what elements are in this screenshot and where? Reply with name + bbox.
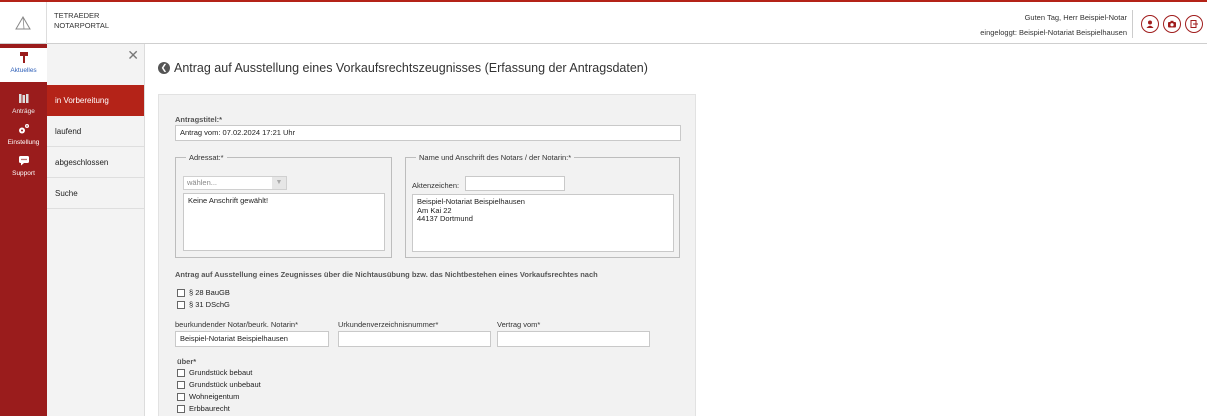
section-heading: Antrag auf Ausstellung eines Zeugnisses … (175, 270, 598, 279)
camera-icon[interactable] (1163, 15, 1181, 33)
nav-support[interactable]: Support (0, 152, 47, 182)
ueber-label: über* (177, 357, 197, 366)
checkbox[interactable] (177, 300, 185, 309)
back-arrow-icon[interactable]: ❮ (158, 62, 170, 74)
chevron-down-icon: ▼ (272, 177, 286, 189)
submenu-item-abgeschlossen[interactable]: abgeschlossen (47, 147, 144, 178)
notar-legend: Name und Anschrift des Notars / der Nota… (419, 153, 572, 162)
nav-einstellung[interactable]: Einstellung (0, 120, 47, 150)
logged-in-text: eingeloggt: Beispiel-Notariat Beispielha… (980, 28, 1127, 37)
checkbox-label: Grundstück unbebaut (189, 380, 261, 389)
nav-support-label: Support (12, 170, 35, 177)
chat-icon (0, 155, 47, 170)
header-divider (1132, 10, 1133, 38)
page-title: ❮ Antrag auf Ausstellung eines Vorkaufsr… (158, 61, 648, 75)
checkbox-row-bebaut[interactable]: Grundstück bebaut (177, 368, 252, 377)
exit-icon[interactable] (1185, 15, 1203, 33)
nav-antraege[interactable]: Anträge (0, 90, 47, 120)
greeting-text: Guten Tag, Herr Beispiel-Notar (1024, 13, 1127, 22)
adressat-address-box[interactable]: Keine Anschrift gewählt! (183, 193, 385, 251)
top-header: TETRAEDER NOTARPORTAL Guten Tag, Herr Be… (0, 0, 1207, 44)
page-title-text: Antrag auf Ausstellung eines Vorkaufsrec… (174, 61, 648, 75)
nav-aktuelles-label: Aktuelles (10, 67, 37, 74)
user-icon[interactable] (1141, 15, 1159, 33)
books-icon (0, 93, 47, 108)
notar-field-label: beurkundender Notar/beurk. Notarin* (175, 320, 298, 329)
submenu-item-suche[interactable]: Suche (47, 178, 144, 209)
adressat-select[interactable]: wählen... ▼ (183, 176, 287, 190)
notar-field-input[interactable]: Beispiel-Notariat Beispielhausen (175, 331, 329, 347)
aktenzeichen-label: Aktenzeichen: (412, 181, 460, 190)
adressat-legend: Adressat:* (189, 153, 224, 162)
checkbox-row-erbbaurecht[interactable]: Erbbaurecht (177, 404, 230, 413)
gears-icon (0, 123, 47, 139)
aktenzeichen-input[interactable] (465, 176, 565, 191)
checkbox[interactable] (177, 380, 185, 389)
notar-address-box[interactable]: Beispiel-Notariat Beispielhausen Am Kai … (412, 194, 674, 252)
checkbox-label: § 31 DSchG (189, 300, 230, 309)
checkbox[interactable] (177, 404, 185, 413)
adressat-select-value: wählen... (187, 178, 218, 187)
checkbox-row-dschg[interactable]: § 31 DSchG (177, 300, 230, 309)
checkbox-row-unbebaut[interactable]: Grundstück unbebaut (177, 380, 261, 389)
form-card: Antragstitel:* Antrag vom: 07.02.2024 17… (158, 94, 696, 416)
vertrag-label: Vertrag vom* (497, 320, 541, 329)
urkunden-label: Urkundenverzeichnisnummer* (338, 320, 439, 329)
brand-name: TETRAEDER NOTARPORTAL (54, 11, 109, 31)
checkbox-label: Wohneigentum (189, 392, 240, 401)
checkbox[interactable] (177, 392, 185, 401)
brand-line-2: NOTARPORTAL (54, 21, 110, 30)
checkbox-label: Grundstück bebaut (189, 368, 253, 377)
submenu-item-in-vorbereitung[interactable]: in Vorbereitung (47, 85, 144, 116)
close-icon[interactable]: ✕ (127, 48, 139, 62)
antragstitel-input[interactable]: Antrag vom: 07.02.2024 17:21 Uhr (175, 125, 681, 141)
nav-aktuelles[interactable]: Aktuelles (0, 48, 47, 82)
checkbox-row-wohneigentum[interactable]: Wohneigentum (177, 392, 239, 401)
nav-einstellung-label: Einstellung (7, 139, 40, 146)
hammer-icon (0, 51, 47, 67)
submenu-item-laufend[interactable]: laufend (47, 116, 144, 147)
antragstitel-label: Antragstitel:* (175, 115, 223, 124)
nav-antraege-label: Anträge (12, 108, 35, 115)
checkbox[interactable] (177, 368, 185, 377)
tetraeder-logo-icon[interactable] (0, 2, 47, 44)
checkbox[interactable] (177, 288, 185, 297)
main-nav-rail: Aktuelles Anträge Einstellung Support (0, 44, 47, 416)
submenu-panel: ✕ in Vorbereitung laufend abgeschlossen … (47, 44, 145, 416)
urkunden-input[interactable] (338, 331, 491, 347)
checkbox-row-baugb[interactable]: § 28 BauGB (177, 288, 230, 297)
checkbox-label: Erbbaurecht (189, 404, 230, 413)
user-greeting: Guten Tag, Herr Beispiel-Notar eingelogg… (980, 10, 1127, 40)
vertrag-input[interactable] (497, 331, 650, 347)
checkbox-label: § 28 BauGB (189, 288, 230, 297)
brand-line-1: TETRAEDER (54, 11, 100, 20)
